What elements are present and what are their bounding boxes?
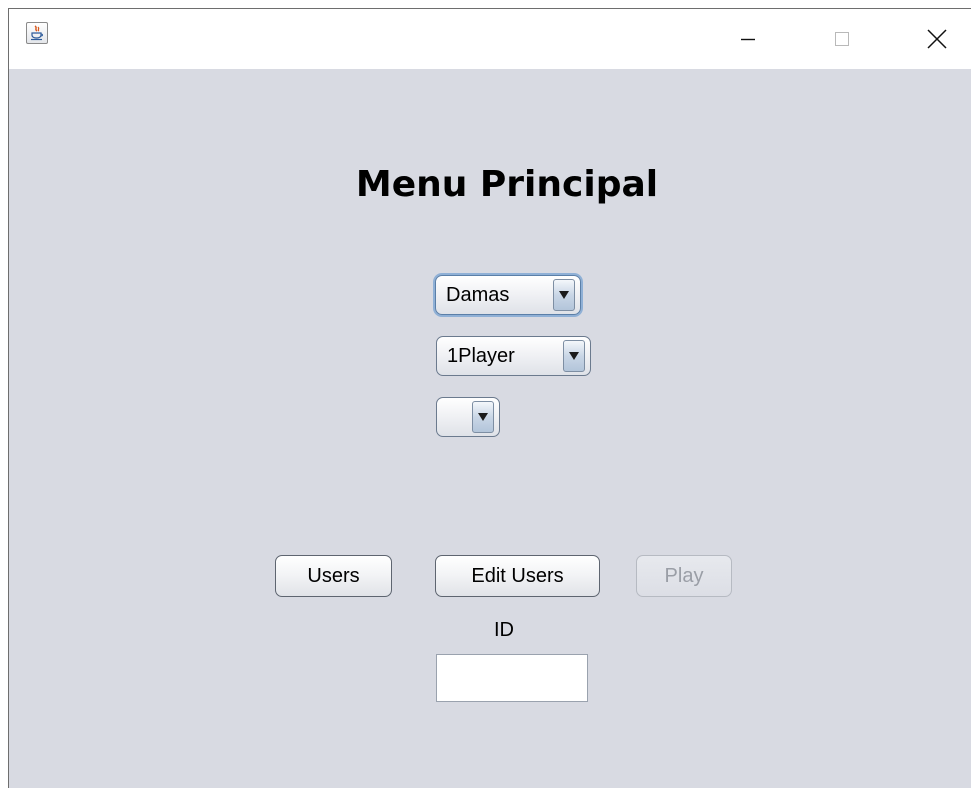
id-input[interactable] xyxy=(436,654,588,702)
game-select-value: Damas xyxy=(446,283,510,306)
id-label: ID xyxy=(494,619,514,641)
maximize-icon xyxy=(835,32,849,46)
java-icon[interactable] xyxy=(26,22,48,44)
close-button[interactable] xyxy=(914,9,960,69)
minimize-button[interactable] xyxy=(725,9,771,69)
edit-users-button[interactable]: Edit Users xyxy=(435,555,600,597)
maximize-button[interactable] xyxy=(819,9,865,69)
chevron-down-icon[interactable] xyxy=(563,340,585,372)
chevron-down-icon[interactable] xyxy=(472,401,494,433)
players-select-value: 1Player xyxy=(447,344,515,367)
chevron-down-icon[interactable] xyxy=(553,279,575,311)
menu-panel: Menu Principal Damas 1Player Users Edit … xyxy=(9,69,971,789)
play-button[interactable]: Play xyxy=(636,555,732,597)
extra-select[interactable] xyxy=(436,397,500,437)
app-window: Menu Principal Damas 1Player Users Edit … xyxy=(8,8,971,788)
page-title: Menu Principal xyxy=(355,164,659,205)
players-select[interactable]: 1Player xyxy=(436,336,591,376)
minimize-icon xyxy=(741,38,755,41)
title-bar[interactable] xyxy=(9,9,971,69)
close-icon xyxy=(927,29,947,49)
users-button[interactable]: Users xyxy=(275,555,392,597)
game-select[interactable]: Damas xyxy=(435,275,581,315)
